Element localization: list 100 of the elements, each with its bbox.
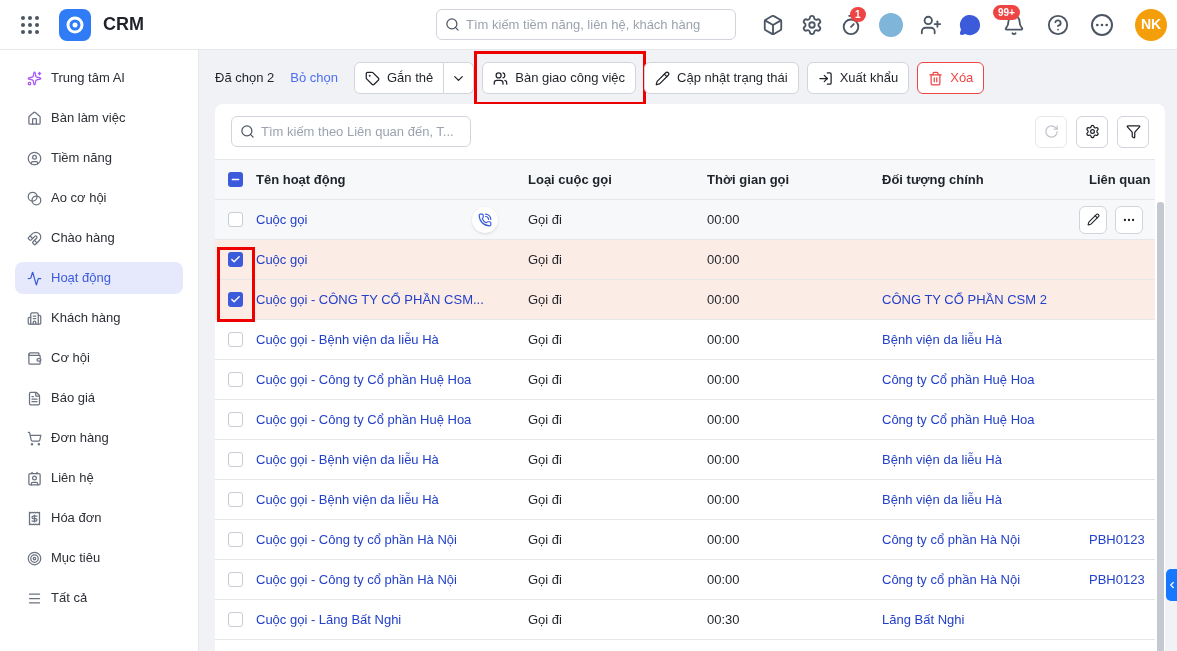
main-object-link[interactable]: Công ty Cổ phần Huệ Hoa: [882, 371, 1035, 387]
row-checkbox[interactable]: [228, 372, 243, 387]
table-row[interactable]: Cuộc gọi Gọi đi 00:00: [215, 200, 1155, 240]
sidebar-item[interactable]: Hóa đơn: [15, 502, 183, 534]
app-grid-icon[interactable]: [21, 15, 39, 34]
more-icon[interactable]: [1091, 13, 1113, 36]
main-object-link[interactable]: Công ty Cổ phần Huệ Hoa: [882, 411, 1035, 427]
filter-icon: [1125, 124, 1141, 139]
building-icon: [27, 310, 42, 326]
activity-name-link[interactable]: Cuộc gọi - Bệnh viện da liễu Hà: [256, 489, 439, 510]
table-row[interactable]: Cuộc gọi Gọi đi 00:00: [215, 240, 1155, 280]
sidebar-item[interactable]: Đơn hàng: [15, 422, 183, 454]
settings-icon: [1084, 124, 1100, 139]
activity-name-link[interactable]: Cuộc gọi: [256, 209, 308, 230]
main-object-link[interactable]: Bệnh viện da liễu Hà: [882, 491, 1002, 507]
call-time-cell: 00:00: [707, 571, 740, 587]
search-input[interactable]: Tìm kiếm theo Liên quan đến, T...: [261, 121, 462, 142]
sidebar-item[interactable]: Liên hệ: [15, 462, 183, 494]
row-checkbox[interactable]: [228, 252, 243, 267]
notification-badge: 99+: [993, 4, 1020, 20]
call-time-cell: 00:00: [707, 451, 740, 467]
activity-name-link[interactable]: Cuộc gọi - Công ty Cổ phần Huệ Hoa: [256, 409, 472, 430]
global-search-field[interactable]: Tìm kiếm tiềm năng, liên hệ, khách hàng: [436, 9, 736, 40]
column-header[interactable]: Đối tượng chính: [882, 171, 984, 187]
add-user-icon[interactable]: [920, 13, 942, 36]
row-checkbox[interactable]: [228, 612, 243, 627]
related-link[interactable]: PBH0123: [1089, 571, 1145, 587]
call-type-cell: Gọi đi: [528, 411, 562, 427]
sidebar-item[interactable]: Chào hàng: [15, 222, 183, 254]
table-search-field[interactable]: Tìm kiếm theo Liên quan đến, T...: [231, 116, 471, 147]
search-input[interactable]: Tìm kiếm tiềm năng, liên hệ, khách hàng: [466, 14, 727, 35]
row-checkbox[interactable]: [228, 332, 243, 347]
sidebar-item[interactable]: Cơ hội: [15, 342, 183, 374]
row-checkbox[interactable]: [228, 412, 243, 427]
users-icon: [493, 70, 509, 86]
action-button[interactable]: Bàn giao công việc: [482, 62, 637, 94]
column-header[interactable]: Loại cuộc gọi: [528, 171, 612, 187]
settings-button[interactable]: [1076, 115, 1108, 148]
main-object-link[interactable]: Bệnh viện da liễu Hà: [882, 451, 1002, 467]
wallet-icon: [27, 350, 42, 366]
row-checkbox[interactable]: [228, 172, 243, 187]
clear-selection-link[interactable]: Bỏ chọn: [290, 68, 338, 88]
row-checkbox[interactable]: [228, 572, 243, 587]
action-button[interactable]: Gắn thẻ: [353, 62, 445, 94]
search-icon: [445, 17, 460, 32]
sidebar-item[interactable]: Mục tiêu: [15, 542, 183, 574]
activity-name-link[interactable]: Cuộc gọi - CÔNG TY CỔ PHẦN CSM...: [256, 289, 484, 310]
related-link[interactable]: PBH0123: [1089, 531, 1145, 547]
action-button[interactable]: Xóa: [917, 62, 985, 94]
row-checkbox[interactable]: [228, 532, 243, 547]
cube-search-icon[interactable]: [762, 13, 784, 36]
timer-badge: 1: [850, 6, 866, 22]
main-object-link[interactable]: Bệnh viện da liễu Hà: [882, 331, 1002, 347]
row-checkbox[interactable]: [228, 292, 243, 307]
row-checkbox[interactable]: [228, 452, 243, 467]
call-add-icon[interactable]: [472, 206, 498, 233]
row-checkbox[interactable]: [228, 492, 243, 507]
user-circle-icon: [27, 150, 42, 166]
sidebar-item[interactable]: Khách hàng: [15, 302, 183, 334]
activity-name-link[interactable]: Cuộc gọi - Công ty Cổ phần Huệ Hoa: [256, 369, 472, 390]
side-panel-toggle[interactable]: [1166, 569, 1177, 601]
app-name: CRM: [103, 13, 144, 36]
chat-icon[interactable]: [959, 13, 981, 36]
activity-name-link[interactable]: Cuộc gọi - Công ty cổ phần Hà Nội: [256, 529, 457, 550]
sidebar-item[interactable]: Ao cơ hội: [15, 182, 183, 214]
call-time-cell: 00:00: [707, 331, 740, 347]
main-object-link[interactable]: CÔNG TY CỔ PHẦN CSM 2: [882, 291, 1047, 307]
edit-button[interactable]: [1079, 205, 1107, 234]
sidebar-item[interactable]: Báo giá: [15, 382, 183, 414]
column-header[interactable]: Thời gian gọi: [707, 171, 790, 187]
pulse-icon: [27, 270, 42, 286]
column-header[interactable]: Liên quan: [1089, 171, 1151, 187]
dropdown-button[interactable]: [444, 62, 475, 94]
scrollbar[interactable]: [1157, 202, 1164, 651]
main-object-link[interactable]: Công ty cổ phần Hà Nội: [882, 571, 1021, 587]
help-icon[interactable]: [1047, 13, 1069, 36]
row-checkbox[interactable]: [228, 212, 243, 227]
main-object-link[interactable]: Lăng Bất Nghi: [882, 611, 965, 627]
activity-name-link[interactable]: Cuộc gọi - Lăng Bất Nghi: [256, 609, 402, 630]
menu-icon: [27, 590, 42, 606]
action-button[interactable]: Cập nhật trạng thái: [644, 62, 799, 94]
sidebar-item[interactable]: Trung tâm AI: [15, 62, 183, 94]
activity-name-link[interactable]: Cuộc gọi - Công ty cổ phần Hà Nội: [256, 569, 457, 590]
settings-icon[interactable]: [801, 13, 823, 36]
sidebar-item[interactable]: Hoạt động: [15, 262, 183, 294]
activity-name-link[interactable]: Cuộc gọi - Bệnh viện da liễu Hà: [256, 329, 439, 350]
activity-name-link[interactable]: Cuộc gọi: [256, 249, 308, 270]
sidebar-item[interactable]: Tiềm năng: [15, 142, 183, 174]
column-header[interactable]: Tên hoạt động: [256, 171, 346, 187]
filter-button[interactable]: [1117, 115, 1149, 148]
check-icon: [230, 294, 241, 305]
action-button[interactable]: Xuất khẩu: [806, 62, 910, 94]
sidebar-item[interactable]: Tất cả: [15, 582, 183, 614]
main-object-link[interactable]: Công ty cổ phần Hà Nội: [882, 531, 1021, 547]
activity-name-link[interactable]: Cuộc gọi - Bệnh viện da liễu Hà: [256, 449, 439, 470]
table-row[interactable]: Cuộc gọi - CÔNG TY CỔ PHẦN CSM... Gọi đi 00:00 CÔNG TY CỔ PHẦN CSM 2: [215, 280, 1155, 320]
call-type-cell: Gọi đi: [528, 611, 562, 627]
sidebar-item[interactable]: Bàn làm việc: [15, 102, 183, 134]
call-time-cell: 00:00: [707, 531, 740, 547]
refresh-icon: [1043, 124, 1059, 139]
